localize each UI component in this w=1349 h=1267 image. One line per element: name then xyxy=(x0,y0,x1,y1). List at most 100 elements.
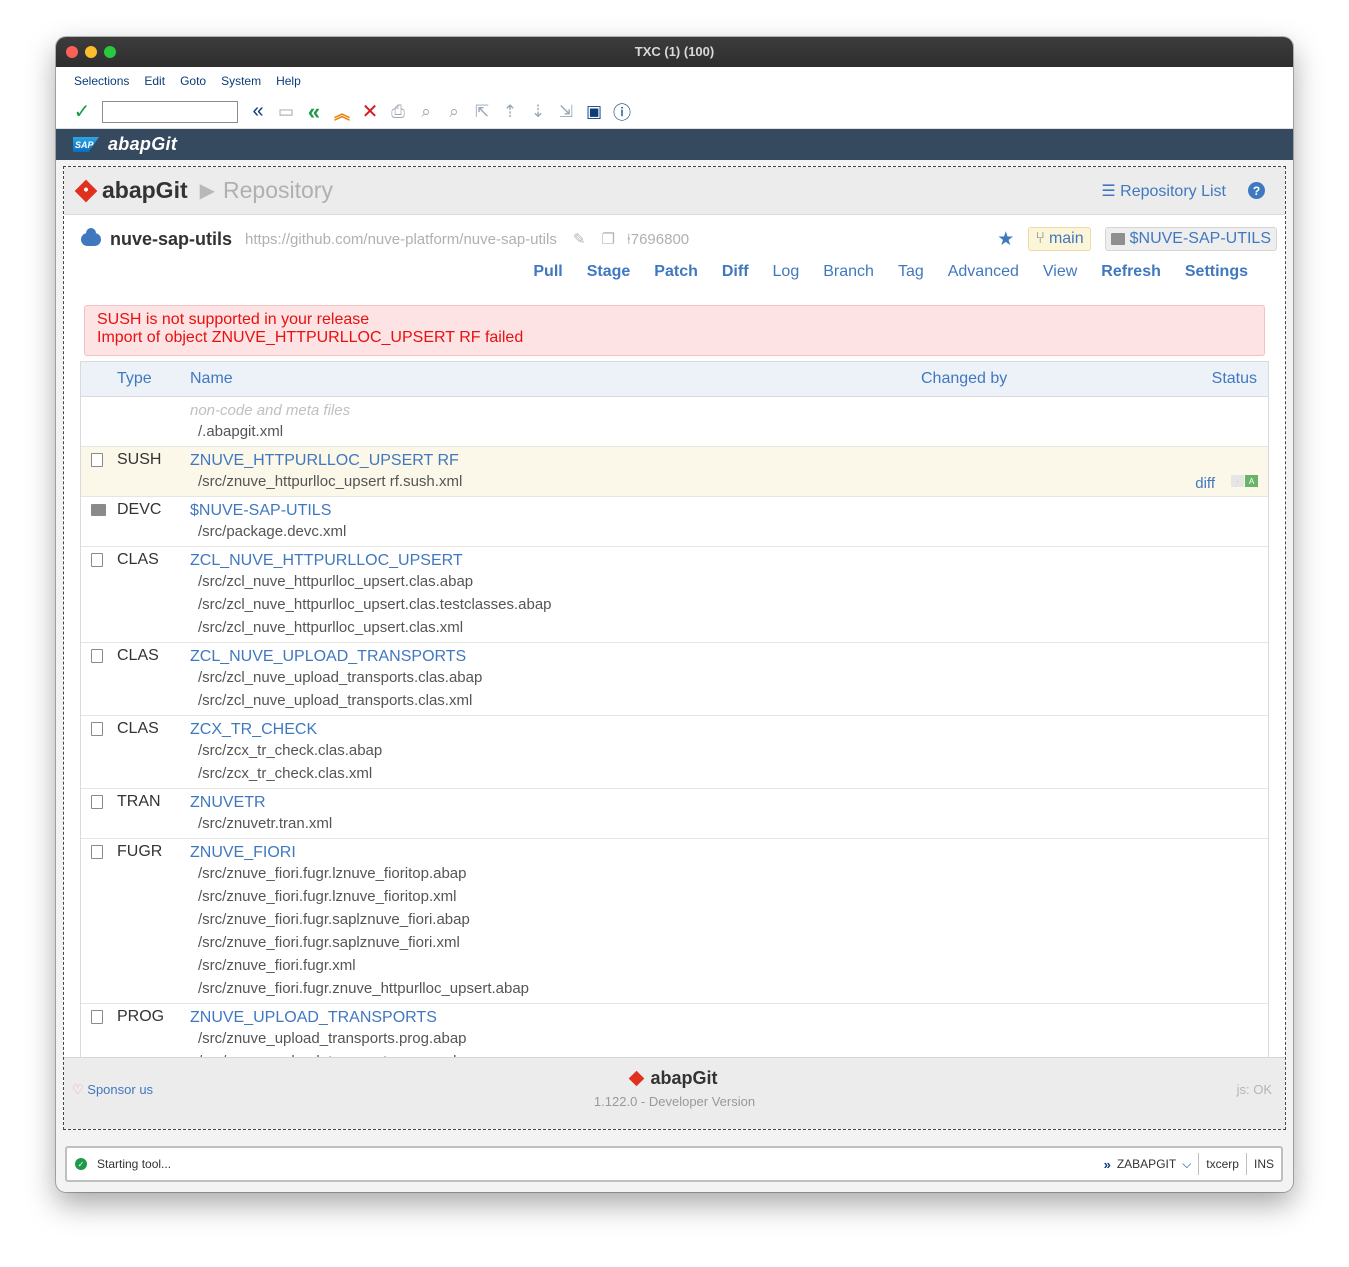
enter-check-icon[interactable]: ✓ xyxy=(70,100,94,124)
exit-icon[interactable]: ︽ xyxy=(330,100,354,124)
sap-screen-title: abapGit xyxy=(108,134,178,154)
favorite-star-icon[interactable]: ★ xyxy=(997,228,1014,251)
sap-logo: SAP xyxy=(73,137,99,152)
menu-goto[interactable]: Goto xyxy=(180,74,206,88)
object-name: non-code and meta files xyxy=(190,402,351,419)
menu-system[interactable]: System xyxy=(221,74,261,88)
repo-name: nuve-sap-utils xyxy=(110,228,233,249)
insert-mode[interactable]: INS xyxy=(1245,1153,1281,1175)
object-type: CLAS xyxy=(117,647,159,664)
file-path: /src/znuve_fiori.fugr.lznuve_fioritop.xm… xyxy=(198,888,457,905)
first-page-icon[interactable]: ⇱ xyxy=(470,100,494,124)
find-next-icon[interactable]: ⌕ xyxy=(442,100,466,124)
command-history-icon[interactable]: « xyxy=(246,100,270,124)
object-name[interactable]: ZCL_NUVE_UPLOAD_TRANSPORTS xyxy=(81,643,1268,666)
log-action[interactable]: Log xyxy=(773,263,800,289)
code-file-icon xyxy=(91,845,103,859)
find-icon[interactable]: ⌕ xyxy=(414,100,438,124)
stage-action[interactable]: Stage xyxy=(587,263,631,289)
close-window-button[interactable] xyxy=(66,46,78,58)
standard-toolbar: ✓ « ▭ « ︽ ✕ ⎙ ⌕ ⌕ ⇱ ⇡ ⇣ ⇲ ▣ ⓘ xyxy=(56,95,1293,129)
chevron-down-icon: ⌵ xyxy=(1182,1156,1192,1171)
table-row: CLAS ZCL_NUVE_HTTPURLLOC_UPSERT/src/zcl_n… xyxy=(81,547,1268,643)
copy-icon[interactable]: ❐ xyxy=(601,230,614,248)
table-header: Type Name Changed by Status xyxy=(81,362,1268,397)
object-name[interactable]: ZNUVE_HTTPURLLOC_UPSERT RF xyxy=(81,447,1268,470)
repo-action-toolbar: Pull Stage Patch Diff Log Branch Tag Adv… xyxy=(64,263,1285,289)
sap-window: TXC (1) (100) Selections Edit Goto Syste… xyxy=(56,37,1293,1192)
commit-hash[interactable]: ⍿7696800 xyxy=(627,231,689,248)
local-status-flag: · xyxy=(1231,475,1244,487)
abapgit-brand: abapGit xyxy=(102,177,188,203)
object-name[interactable]: ZNUVE_UPLOAD_TRANSPORTS xyxy=(81,1004,1268,1027)
patch-action[interactable]: Patch xyxy=(654,263,698,289)
table-body: non-code and meta files /.abapgit.xml SUSH… xyxy=(81,397,1268,1077)
expand-status-icon: » xyxy=(1103,1156,1111,1172)
last-page-icon[interactable]: ⇲ xyxy=(554,100,578,124)
print-icon[interactable]: ⎙ xyxy=(386,100,410,124)
file-path: /.abapgit.xml xyxy=(198,423,284,440)
window-title: TXC (1) (100) xyxy=(634,44,715,59)
refresh-action[interactable]: Refresh xyxy=(1101,263,1161,289)
edit-icon[interactable]: ✎ xyxy=(573,230,586,248)
object-type: CLAS xyxy=(117,551,159,568)
menu-help[interactable]: Help xyxy=(276,74,301,88)
transaction-segment[interactable]: » ZABAPGIT ⌵ xyxy=(1097,1153,1199,1175)
object-name[interactable]: $NUVE-SAP-UTILS xyxy=(81,497,1268,520)
command-field[interactable] xyxy=(102,100,238,123)
repo-url[interactable]: https://github.com/nuve-platform/nuve-sa… xyxy=(245,231,557,248)
object-type: TRAN xyxy=(117,793,161,810)
object-name[interactable]: ZNUVETR xyxy=(81,789,1268,812)
package-badge[interactable]: $NUVE-SAP-UTILS xyxy=(1104,227,1277,251)
repository-list-link[interactable]: ☰ Repository List xyxy=(1101,181,1226,201)
branch-badge[interactable]: ⑂ main xyxy=(1028,227,1091,251)
diff-action[interactable]: Diff xyxy=(722,263,749,289)
html-viewer-area: abapGit ▶ Repository ☰ Repository List ?… xyxy=(63,166,1286,1130)
footer-brand: abapGit xyxy=(650,1068,718,1088)
settings-action[interactable]: Settings xyxy=(1185,263,1248,289)
remote-status-flag: A xyxy=(1245,475,1258,487)
column-name: Name xyxy=(190,370,233,387)
breadcrumb-arrow-icon: ▶ xyxy=(199,180,216,202)
cloud-upload-icon xyxy=(81,227,101,246)
file-path: /src/zcl_nuve_httpurlloc_upsert.clas.tes… xyxy=(198,596,552,613)
help-icon[interactable]: ⓘ xyxy=(610,100,634,124)
object-name[interactable]: ZCX_TR_CHECK xyxy=(81,716,1268,739)
table-row: non-code and meta files /.abapgit.xml xyxy=(81,397,1268,447)
menu-edit[interactable]: Edit xyxy=(144,74,165,88)
error-line: SUSH is not supported in your release xyxy=(97,311,370,328)
view-action[interactable]: View xyxy=(1043,263,1077,289)
diff-link[interactable]: diff xyxy=(1195,475,1215,492)
save-icon[interactable]: ▭ xyxy=(274,100,298,124)
cancel-icon[interactable]: ✕ xyxy=(358,100,382,124)
file-path: /src/znuve_fiori.fugr.saplznuve_fiori.ab… xyxy=(198,911,470,928)
table-row: CLAS ZCX_TR_CHECK/src/zcx_tr_check.clas.a… xyxy=(81,716,1268,789)
object-type: DEVC xyxy=(117,501,162,518)
object-name[interactable]: ZCL_NUVE_HTTPURLLOC_UPSERT xyxy=(81,547,1268,570)
previous-page-icon[interactable]: ⇡ xyxy=(498,100,522,124)
new-session-icon[interactable]: ▣ xyxy=(582,100,606,124)
object-type: PROG xyxy=(117,1008,165,1025)
minimize-window-button[interactable] xyxy=(85,46,97,58)
advanced-action[interactable]: Advanced xyxy=(948,263,1019,289)
branch-action[interactable]: Branch xyxy=(823,263,874,289)
file-path: /src/zcl_nuve_httpurlloc_upsert.clas.xml xyxy=(198,619,464,636)
header-links: ☰ Repository List ? xyxy=(1101,181,1285,201)
next-page-icon[interactable]: ⇣ xyxy=(526,100,550,124)
help-button[interactable]: ? xyxy=(1248,182,1265,199)
pull-action[interactable]: Pull xyxy=(533,263,562,289)
table-row: TRAN ZNUVETR/src/znuvetr.tran.xml xyxy=(81,789,1268,839)
file-path: /src/zcl_nuve_httpurlloc_upsert.clas.aba… xyxy=(198,573,474,590)
menu-selections[interactable]: Selections xyxy=(74,74,129,88)
abapgit-header: abapGit ▶ Repository ☰ Repository List ? xyxy=(64,167,1285,215)
tag-action[interactable]: Tag xyxy=(898,263,924,289)
back-icon[interactable]: « xyxy=(302,99,326,124)
file-path: /src/zcx_tr_check.clas.abap xyxy=(198,742,383,759)
sap-title-bar: SAP abapGit xyxy=(56,129,1293,160)
table-row: SUSH ZNUVE_HTTPURLLOC_UPSERT RF/src/znuve… xyxy=(81,447,1268,497)
abapgit-footer: ♡ Sponsor us abapGit 1.122.0 - Developer… xyxy=(64,1057,1285,1129)
file-icon xyxy=(91,453,103,467)
zoom-window-button[interactable] xyxy=(104,46,116,58)
transaction-code: ZABAPGIT xyxy=(1116,1157,1177,1171)
object-name[interactable]: ZNUVE_FIORI xyxy=(81,839,1268,862)
